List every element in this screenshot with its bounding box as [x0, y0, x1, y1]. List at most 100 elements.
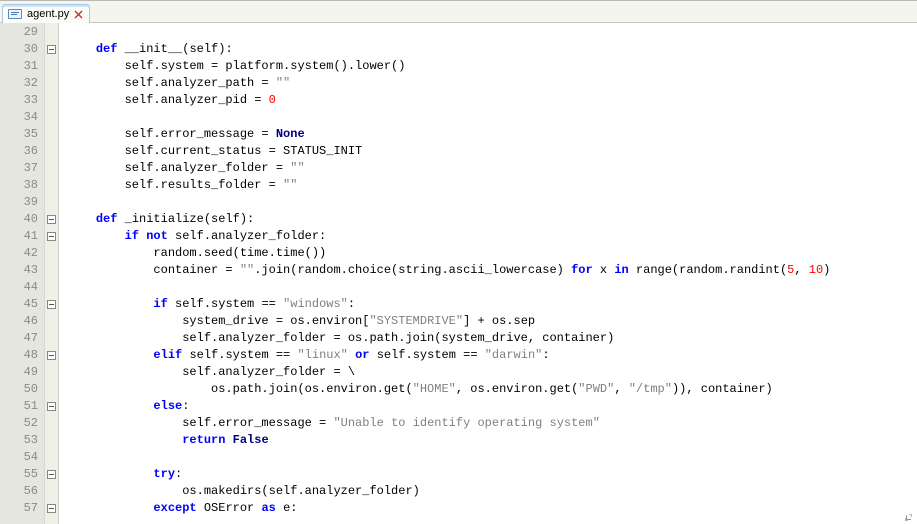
fold-minus-icon [47, 232, 56, 241]
fold-empty [45, 381, 58, 398]
file-tab-label: agent.py [27, 8, 69, 20]
fold-toggle[interactable] [45, 466, 58, 483]
code-line[interactable]: self.current_status = STATUS_INIT [67, 143, 917, 160]
line-number: 41 [0, 228, 38, 245]
fold-gutter[interactable] [45, 23, 59, 524]
code-line[interactable]: return False [67, 432, 917, 449]
code-line[interactable]: self.analyzer_path = "" [67, 75, 917, 92]
line-number: 44 [0, 279, 38, 296]
line-number: 42 [0, 245, 38, 262]
code-line[interactable]: try: [67, 466, 917, 483]
fold-empty [45, 109, 58, 126]
fold-empty [45, 330, 58, 347]
fold-empty [45, 126, 58, 143]
code-line[interactable]: except OSError as e: [67, 500, 917, 517]
fold-minus-icon [47, 215, 56, 224]
fold-toggle[interactable] [45, 211, 58, 228]
line-number: 43 [0, 262, 38, 279]
code-line[interactable]: elif self.system == "linux" or self.syst… [67, 347, 917, 364]
code-line[interactable]: self.error_message = "Unable to identify… [67, 415, 917, 432]
fold-empty [45, 75, 58, 92]
code-line[interactable]: self.analyzer_folder = \ [67, 364, 917, 381]
code-line[interactable]: os.makedirs(self.analyzer_folder) [67, 483, 917, 500]
python-file-icon [8, 9, 22, 19]
line-number: 45 [0, 296, 38, 313]
line-number: 38 [0, 177, 38, 194]
fold-empty [45, 24, 58, 41]
fold-empty [45, 432, 58, 449]
line-number: 50 [0, 381, 38, 398]
fold-toggle[interactable] [45, 398, 58, 415]
code-line[interactable] [67, 449, 917, 466]
fold-empty [45, 160, 58, 177]
fold-empty [45, 245, 58, 262]
line-number: 49 [0, 364, 38, 381]
fold-empty [45, 364, 58, 381]
fold-empty [45, 58, 58, 75]
fold-minus-icon [47, 504, 56, 513]
line-number-gutter: 2930313233343536373839404142434445464748… [0, 23, 45, 524]
fold-empty [45, 143, 58, 160]
fold-empty [45, 194, 58, 211]
code-line[interactable]: def _initialize(self): [67, 211, 917, 228]
code-line[interactable]: if not self.analyzer_folder: [67, 228, 917, 245]
fold-empty [45, 279, 58, 296]
fold-empty [45, 177, 58, 194]
line-number: 48 [0, 347, 38, 364]
line-number: 31 [0, 58, 38, 75]
fold-toggle[interactable] [45, 41, 58, 58]
code-line[interactable]: os.path.join(os.environ.get("HOME", os.e… [67, 381, 917, 398]
line-number: 46 [0, 313, 38, 330]
code-line[interactable]: self.analyzer_folder = "" [67, 160, 917, 177]
fold-toggle[interactable] [45, 296, 58, 313]
fold-minus-icon [47, 45, 56, 54]
code-line[interactable] [67, 109, 917, 126]
file-tab-agent-py[interactable]: agent.py [2, 4, 90, 23]
code-line[interactable] [67, 279, 917, 296]
fold-toggle[interactable] [45, 347, 58, 364]
code-line[interactable]: self.results_folder = "" [67, 177, 917, 194]
fold-minus-icon [47, 470, 56, 479]
code-line[interactable] [67, 24, 917, 41]
line-number: 51 [0, 398, 38, 415]
code-line[interactable]: system_drive = os.environ["SYSTEMDRIVE"]… [67, 313, 917, 330]
line-number: 56 [0, 483, 38, 500]
code-line[interactable]: container = "".join(random.choice(string… [67, 262, 917, 279]
code-line[interactable]: def __init__(self): [67, 41, 917, 58]
fold-empty [45, 415, 58, 432]
code-line[interactable] [67, 194, 917, 211]
code-line[interactable]: self.error_message = None [67, 126, 917, 143]
line-number: 54 [0, 449, 38, 466]
code-line[interactable]: self.system = platform.system().lower() [67, 58, 917, 75]
fold-minus-icon [47, 300, 56, 309]
line-number: 29 [0, 24, 38, 41]
close-icon[interactable] [74, 10, 83, 19]
fold-empty [45, 313, 58, 330]
line-number: 57 [0, 500, 38, 517]
line-number: 40 [0, 211, 38, 228]
fold-empty [45, 92, 58, 109]
code-line[interactable]: self.analyzer_folder = os.path.join(syst… [67, 330, 917, 347]
line-number: 52 [0, 415, 38, 432]
fold-toggle[interactable] [45, 228, 58, 245]
line-number: 32 [0, 75, 38, 92]
code-area[interactable]: def __init__(self): self.system = platfo… [59, 23, 917, 524]
fold-empty [45, 449, 58, 466]
code-line[interactable]: random.seed(time.time()) [67, 245, 917, 262]
line-number: 55 [0, 466, 38, 483]
tab-bar: agent.py [0, 1, 917, 23]
code-editor[interactable]: 2930313233343536373839404142434445464748… [0, 23, 917, 524]
code-line[interactable]: if self.system == "windows": [67, 296, 917, 313]
line-number: 34 [0, 109, 38, 126]
line-number: 33 [0, 92, 38, 109]
code-line[interactable]: self.analyzer_pid = 0 [67, 92, 917, 109]
fold-toggle[interactable] [45, 500, 58, 517]
line-number: 30 [0, 41, 38, 58]
line-number: 37 [0, 160, 38, 177]
line-number: 35 [0, 126, 38, 143]
fold-minus-icon [47, 351, 56, 360]
code-line[interactable]: else: [67, 398, 917, 415]
line-number: 53 [0, 432, 38, 449]
fold-empty [45, 262, 58, 279]
line-number: 39 [0, 194, 38, 211]
